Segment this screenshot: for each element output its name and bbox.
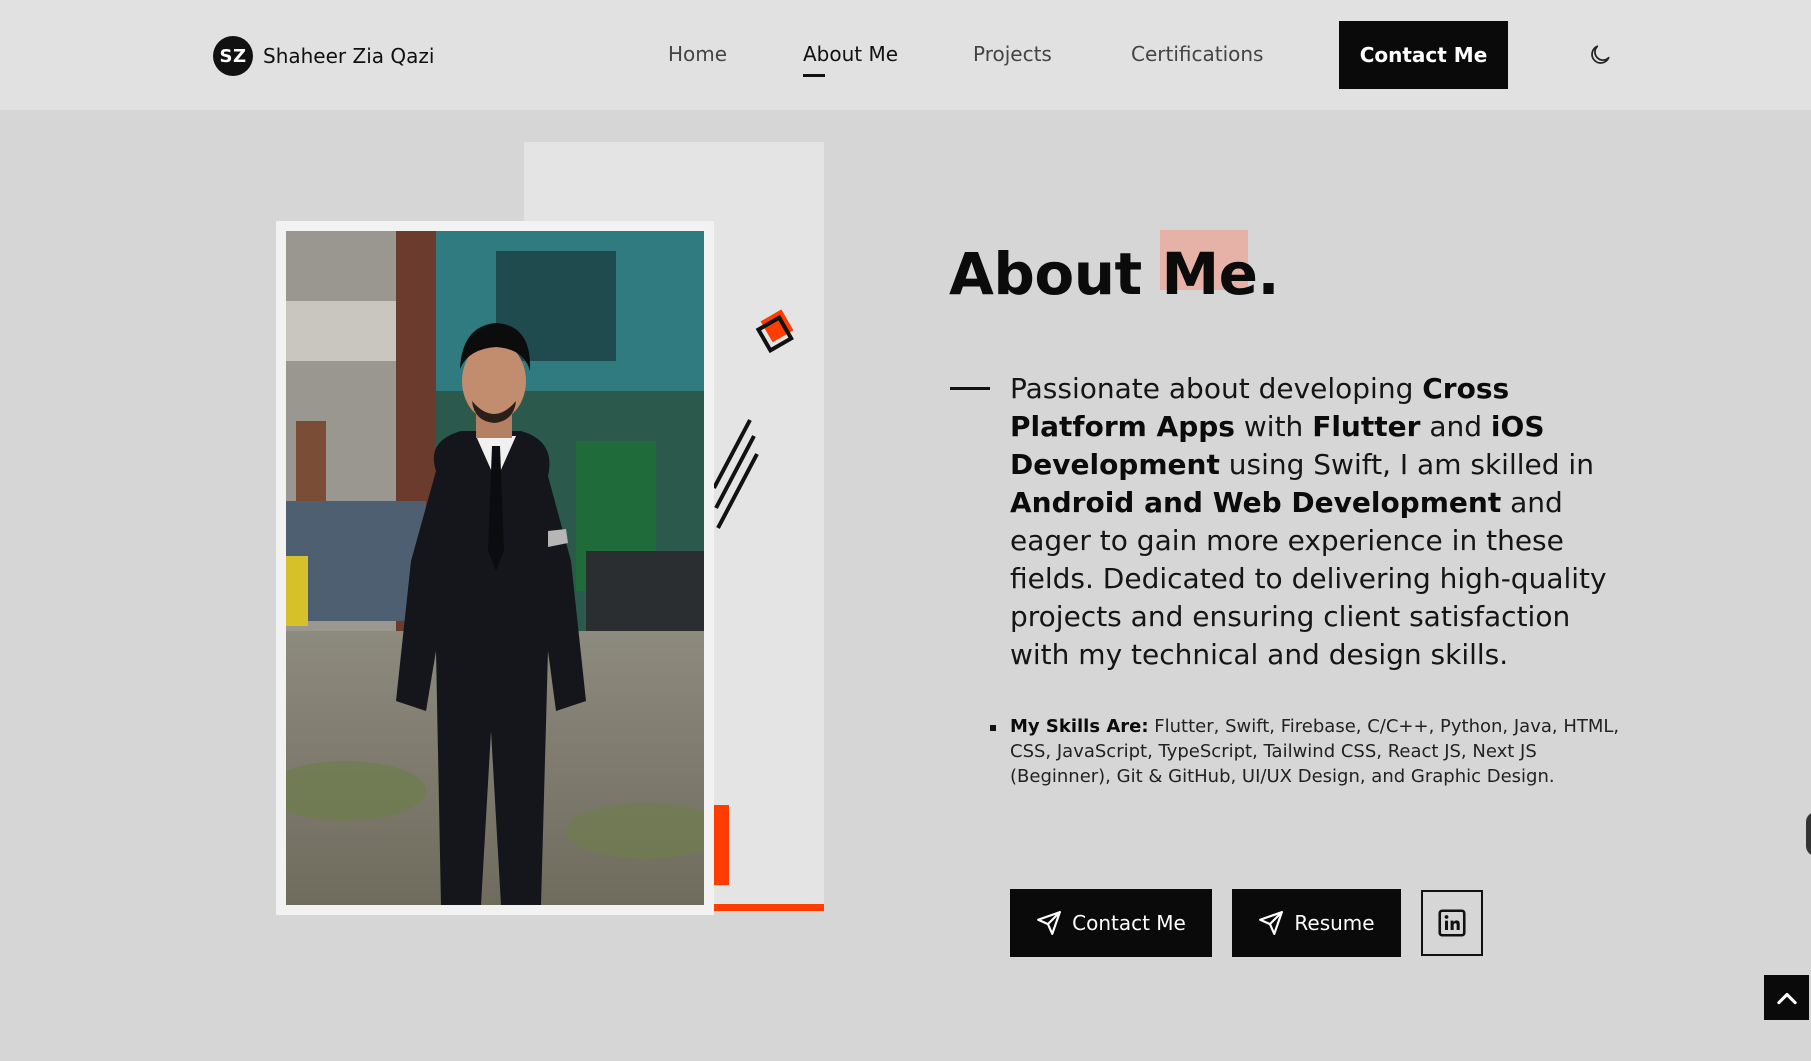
moon-icon[interactable] [1587,42,1613,68]
linkedin-button[interactable] [1421,890,1483,956]
nav-about-me[interactable]: About Me [803,42,899,77]
nav-about-me-label: About Me [803,42,899,66]
resume-label: Resume [1294,911,1375,935]
decorative-diamond-icon [752,303,808,359]
bio-segment: and [1420,410,1491,443]
linkedin-icon [1438,909,1466,937]
decorative-slashes-icon [712,418,772,530]
scroll-to-top-button[interactable] [1764,975,1809,1020]
send-icon [1037,911,1062,935]
side-widget-edge[interactable] [1806,812,1811,856]
nav-home[interactable]: Home [668,42,727,66]
accent-horizontal-bar [714,904,824,911]
header-contact-button[interactable]: Contact Me [1339,21,1508,89]
logo-name: Shaheer Zia Qazi [263,44,435,68]
skills-list: My Skills Are: Flutter, Swift, Firebase,… [1010,714,1620,789]
bio-segment: Passionate about developing [1010,372,1423,405]
skills-bullet [990,725,996,731]
contact-me-label: Contact Me [1072,911,1186,935]
profile-photo-frame [276,221,714,915]
bio-segment: using Swift, I am skilled in [1219,448,1594,481]
active-nav-underline [803,74,825,77]
contact-me-button[interactable]: Contact Me [1010,889,1212,957]
page-title: About Me. [949,240,1280,308]
nav-certifications[interactable]: Certifications [1131,42,1263,66]
site-header: SZ Shaheer Zia Qazi Home About Me Projec… [0,0,1811,110]
logo[interactable]: SZ Shaheer Zia Qazi [213,36,434,76]
bio-segment: with [1234,410,1313,443]
bio-highlight: Android and Web Development [1010,486,1502,519]
bio-dash [950,387,990,390]
logo-badge: SZ [213,36,253,76]
nav-projects[interactable]: Projects [973,42,1052,66]
bio-paragraph: Passionate about developing Cross Platfo… [1010,370,1620,674]
chevron-up-icon [1776,992,1797,1004]
profile-photo [286,231,704,905]
bio-highlight: Flutter [1312,410,1421,443]
send-icon [1259,911,1284,935]
resume-button[interactable]: Resume [1232,889,1401,957]
skills-label: My Skills Are: [1010,716,1149,737]
accent-vertical-bar [714,805,729,885]
